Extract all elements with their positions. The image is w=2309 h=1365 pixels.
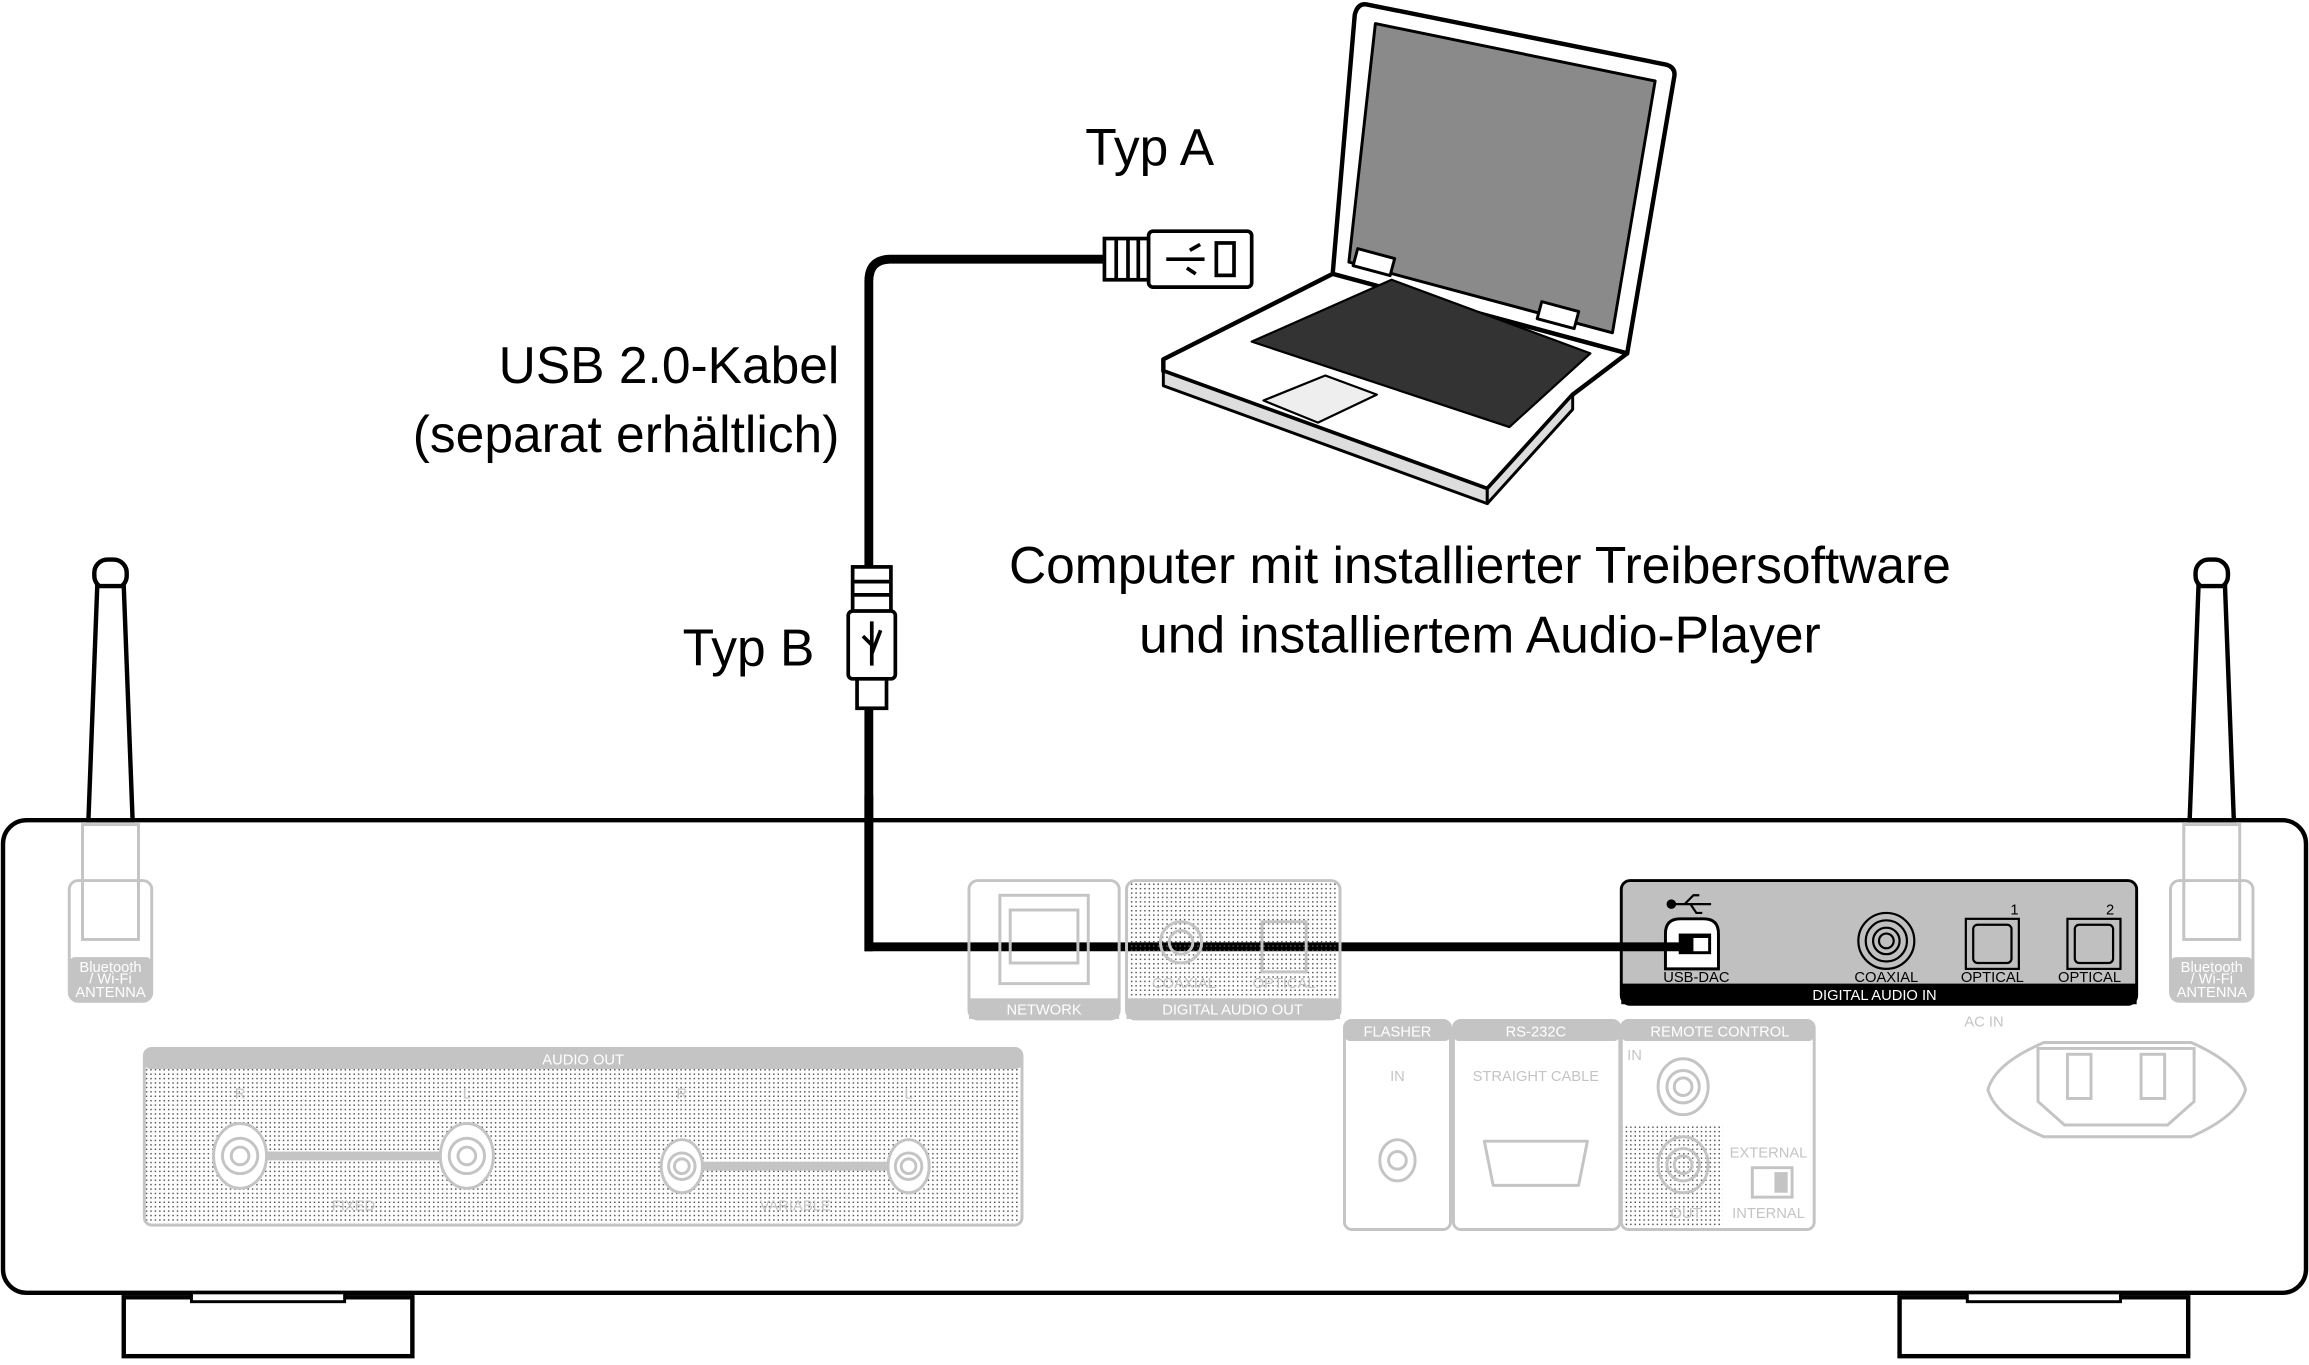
fixed-r-label: R bbox=[235, 1086, 246, 1102]
remote-control-title: REMOTE CONTROL bbox=[1650, 1025, 1789, 1041]
typ-b-label: Typ B bbox=[683, 619, 815, 677]
usb-dac-label: USB-DAC bbox=[1663, 970, 1730, 986]
antenna-right: Bluetooth / Wi-Fi ANTENNA bbox=[2169, 557, 2255, 1003]
antenna-left: Bluetooth / Wi-Fi ANTENNA bbox=[67, 557, 154, 1003]
fixed-label: FIXED bbox=[332, 1198, 375, 1214]
flasher-in-label: IN bbox=[1390, 1069, 1405, 1085]
foot-right bbox=[1897, 1295, 2191, 1359]
cable-label-line2: (separat erhältlich) bbox=[413, 405, 840, 463]
remote-out-label: OUT bbox=[1671, 1206, 1702, 1222]
coaxial-in-label: COAXIAL bbox=[1854, 970, 1918, 986]
foot-left bbox=[121, 1295, 415, 1359]
internal-label: INTERNAL bbox=[1732, 1206, 1805, 1222]
computer-label-line1: Computer mit installierter Treibersoftwa… bbox=[1009, 536, 1951, 594]
ac-in-socket: AC IN bbox=[1964, 1014, 2248, 1139]
computer-label-line2: und installiertem Audio-Player bbox=[1139, 605, 1821, 663]
remote-control-panel: REMOTE CONTROL IN OUT EXTERNAL INTERNAL bbox=[1619, 1018, 1816, 1232]
rs232c-title: RS-232C bbox=[1506, 1025, 1567, 1041]
rs232c-panel: RS-232C STRAIGHT CABLE bbox=[1451, 1018, 1622, 1232]
flasher-title: FLASHER bbox=[1364, 1025, 1432, 1041]
optical-2-label: OPTICAL bbox=[2058, 970, 2121, 986]
antenna-label-3: ANTENNA bbox=[2177, 985, 2248, 1001]
audio-out-title: AUDIO OUT bbox=[542, 1053, 624, 1069]
optical-2-number: 2 bbox=[2106, 902, 2114, 918]
variable-label: VARIABLE bbox=[760, 1198, 831, 1214]
digital-audio-in-panel: 1 2 USB-DAC COAXIAL OPTICAL OPTICAL DIGI… bbox=[1619, 879, 2139, 1006]
external-label: EXTERNAL bbox=[1730, 1145, 1808, 1161]
cable-label-line1: USB 2.0-Kabel bbox=[499, 336, 840, 394]
optical-1-number: 1 bbox=[2010, 902, 2018, 918]
coaxial-out-label: COAXIAL bbox=[1152, 976, 1216, 992]
variable-r-label: R bbox=[677, 1086, 688, 1102]
rs232c-sub-label: STRAIGHT CABLE bbox=[1473, 1069, 1600, 1085]
digital-audio-out-panel: COAXIAL OPTICAL DIGITAL AUDIO OUT bbox=[1125, 879, 1342, 1021]
typ-a-label: Typ A bbox=[1085, 118, 1215, 176]
connection-diagram: Typ A Typ B USB 2.0-Kabel (separat erhäl… bbox=[0, 2, 2309, 1359]
flasher-panel: FLASHER IN bbox=[1342, 1018, 1452, 1232]
fixed-l-label: L bbox=[463, 1086, 471, 1102]
usb-type-a-plug bbox=[1102, 229, 1254, 289]
digital-audio-in-title: DIGITAL AUDIO IN bbox=[1812, 988, 1936, 1004]
optical-out-label: OPTICAL bbox=[1253, 976, 1316, 992]
usb-type-b-plug bbox=[846, 565, 898, 711]
antenna-label-3: ANTENNA bbox=[75, 985, 146, 1001]
digital-audio-out-title: DIGITAL AUDIO OUT bbox=[1162, 1003, 1303, 1019]
optical-1-label: OPTICAL bbox=[1961, 970, 2024, 986]
network-label: NETWORK bbox=[1006, 1003, 1081, 1019]
variable-l-label: L bbox=[905, 1086, 913, 1102]
ac-in-label: AC IN bbox=[1964, 1014, 2003, 1030]
audio-out-panel: AUDIO OUT R L R L FIXED VARIABLE bbox=[142, 1046, 1024, 1227]
remote-in-label: IN bbox=[1627, 1048, 1642, 1064]
